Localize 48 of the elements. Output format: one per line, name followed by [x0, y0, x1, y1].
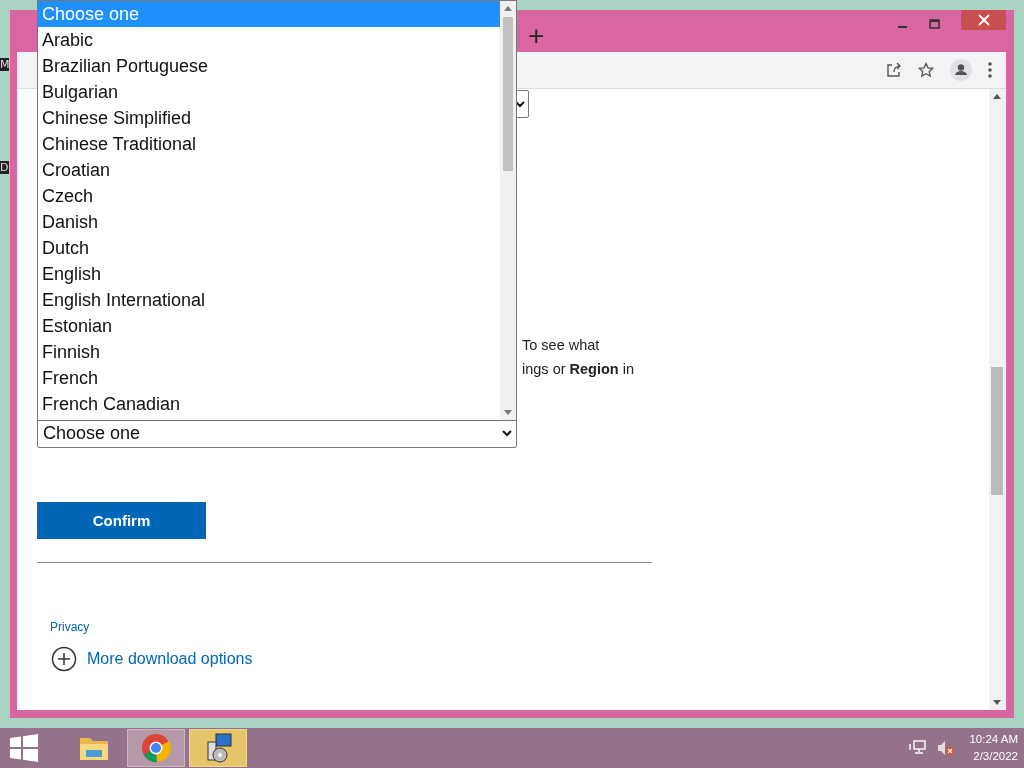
dropdown-option[interactable]: French Canadian [38, 391, 500, 417]
new-tab-button[interactable]: + [527, 24, 546, 48]
dropdown-option[interactable]: Croatian [38, 157, 500, 183]
muted-speaker-icon[interactable] [937, 740, 956, 756]
network-icon[interactable] [909, 740, 928, 756]
scroll-down-icon[interactable] [504, 410, 512, 415]
close-button[interactable] [961, 10, 1006, 30]
star-icon[interactable] [918, 62, 934, 78]
clock-time[interactable]: 10:24 AM [969, 731, 1018, 748]
dropdown-option[interactable]: Czech [38, 183, 500, 209]
confirm-button[interactable]: Confirm [37, 502, 206, 539]
share-icon[interactable] [886, 62, 902, 78]
taskbar-app-button[interactable] [127, 729, 185, 767]
scrollbar-thumb[interactable] [991, 367, 1003, 495]
browser-icon [141, 733, 171, 763]
dropdown-option[interactable]: Arabic [38, 27, 500, 53]
page-scrollbar[interactable] [989, 89, 1005, 710]
desktop-icon-label: M [0, 58, 9, 71]
dropdown-option[interactable]: Finnish [38, 339, 500, 365]
dropdown-option[interactable]: Chinese Simplified [38, 105, 500, 131]
plus-circle-icon[interactable] [51, 646, 77, 672]
profile-icon[interactable] [950, 59, 972, 81]
desktop-icon-label: D [0, 161, 9, 174]
dropdown-option[interactable]: Bulgarian [38, 79, 500, 105]
chevron-down-icon [515, 100, 525, 108]
dropdown-option[interactable]: English [38, 261, 500, 287]
dropdown-option[interactable]: English International [38, 287, 500, 313]
taskbar-app-button[interactable] [189, 729, 247, 767]
start-icon[interactable] [10, 734, 38, 762]
dropdown-option[interactable]: Brazilian Portuguese [38, 53, 500, 79]
dropdown-option[interactable]: Chinese Traditional [38, 131, 500, 157]
more-download-options-link[interactable]: More download options [87, 650, 253, 668]
menu-icon[interactable] [988, 62, 992, 78]
dropdown-option[interactable]: French [38, 365, 500, 391]
scroll-up-icon[interactable] [993, 94, 1001, 99]
maximize-icon[interactable] [929, 18, 941, 30]
dropdown-option[interactable]: Dutch [38, 235, 500, 261]
dropdown-option[interactable]: Estonian [38, 313, 500, 339]
list-scrollbar[interactable] [500, 1, 516, 420]
clock-date[interactable]: 2/3/2022 [973, 748, 1018, 765]
chevron-down-icon [502, 430, 512, 437]
dropdown-option[interactable]: Danish [38, 209, 500, 235]
close-icon [977, 14, 990, 26]
scrollbar-thumb[interactable] [503, 17, 513, 171]
body-text: ings or Region in [522, 360, 635, 379]
scroll-down-icon[interactable] [993, 700, 1001, 705]
body-text: To see what [522, 336, 601, 355]
privacy-link[interactable]: Privacy [50, 620, 90, 634]
